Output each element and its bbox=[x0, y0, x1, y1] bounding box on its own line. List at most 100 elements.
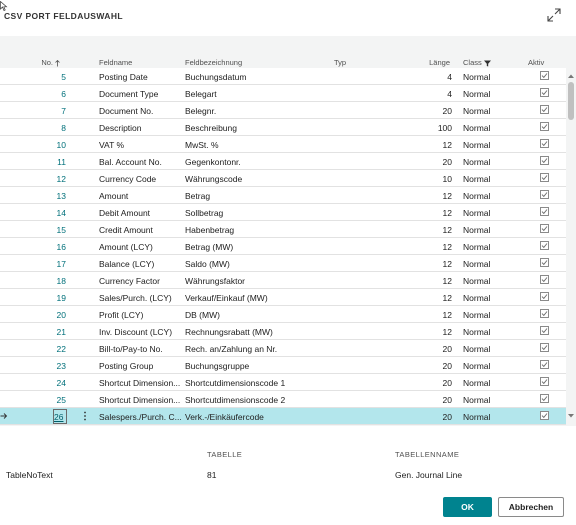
aktiv-checkbox[interactable] bbox=[540, 105, 549, 114]
aktiv-checkbox[interactable] bbox=[540, 377, 549, 386]
row-no-link[interactable]: 15 bbox=[40, 225, 66, 235]
table-row[interactable]: 7 Document No. Belegnr. 20 Normal bbox=[0, 102, 566, 119]
row-actions-menu-icon[interactable] bbox=[82, 410, 88, 422]
aktiv-checkbox[interactable] bbox=[540, 139, 549, 148]
aktiv-checkbox[interactable] bbox=[540, 224, 549, 233]
aktiv-checkbox[interactable] bbox=[540, 71, 549, 80]
row-feldbezeichnung: Rechnungsrabatt (MW) bbox=[185, 327, 273, 337]
aktiv-checkbox[interactable] bbox=[540, 122, 549, 131]
table-row[interactable]: 24 Shortcut Dimension... Shortcutdimension… bbox=[0, 374, 566, 391]
column-header-typ[interactable]: Typ bbox=[334, 58, 346, 67]
row-no-link[interactable]: 10 bbox=[40, 140, 66, 150]
aktiv-checkbox[interactable] bbox=[540, 411, 549, 420]
title-bar: CSV PORT FELDAUSWAHL bbox=[0, 0, 576, 36]
expand-icon[interactable] bbox=[547, 8, 561, 22]
aktiv-checkbox[interactable] bbox=[540, 343, 549, 352]
row-laenge: 20 bbox=[442, 361, 452, 371]
column-header-laenge[interactable]: Länge bbox=[410, 58, 450, 67]
aktiv-checkbox[interactable] bbox=[540, 88, 549, 97]
row-feldname: VAT % bbox=[99, 140, 125, 150]
table-row[interactable]: 5 Posting Date Buchungsdatum 4 Normal bbox=[0, 68, 566, 85]
aktiv-checkbox[interactable] bbox=[540, 156, 549, 165]
table-row[interactable]: 17 Balance (LCY) Saldo (MW) 12 Normal bbox=[0, 255, 566, 272]
row-laenge: 20 bbox=[442, 157, 452, 167]
row-feldname: Bill-to/Pay-to No. bbox=[99, 344, 163, 354]
aktiv-checkbox[interactable] bbox=[540, 207, 549, 216]
table-row[interactable]: 25 Shortcut Dimension... Shortcutdimension… bbox=[0, 391, 566, 408]
aktiv-checkbox[interactable] bbox=[540, 190, 549, 199]
row-no-link[interactable]: 11 bbox=[40, 157, 66, 167]
table-row[interactable]: 14 Debit Amount Sollbetrag 12 Normal bbox=[0, 204, 566, 221]
table-info: TableNoText TABELLE 81 TABELLENNAME Gen.… bbox=[0, 426, 576, 496]
row-no-link[interactable]: 22 bbox=[40, 344, 66, 354]
row-class: Normal bbox=[463, 157, 491, 167]
table-row[interactable]: 6 Document Type Belegart 4 Normal bbox=[0, 85, 566, 102]
row-laenge: 12 bbox=[442, 293, 452, 303]
aktiv-checkbox[interactable] bbox=[540, 394, 549, 403]
row-no-link[interactable]: 7 bbox=[40, 106, 66, 116]
aktiv-checkbox[interactable] bbox=[540, 275, 549, 284]
aktiv-checkbox[interactable] bbox=[540, 360, 549, 369]
table-row[interactable]: 23 Posting Group Buchungsgruppe 20 Normal bbox=[0, 357, 566, 374]
table-row[interactable]: 8 Description Beschreibung 100 Normal bbox=[0, 119, 566, 136]
row-laenge: 4 bbox=[447, 89, 452, 99]
row-no-link[interactable]: 26 bbox=[53, 409, 67, 424]
column-header-feldbezeichnung[interactable]: Feldbezeichnung bbox=[185, 58, 242, 67]
scroll-down-icon[interactable] bbox=[566, 412, 576, 420]
column-header-no[interactable]: No. bbox=[30, 58, 60, 67]
table-row[interactable]: 18 Currency Factor Währungsfaktor 12 Normal bbox=[0, 272, 566, 289]
column-header-class[interactable]: Class bbox=[463, 58, 491, 67]
row-no-link[interactable]: 23 bbox=[40, 361, 66, 371]
row-feldbezeichnung: Betrag bbox=[185, 191, 211, 201]
row-no-link[interactable]: 16 bbox=[40, 242, 66, 252]
aktiv-checkbox[interactable] bbox=[540, 326, 549, 335]
vertical-scrollbar[interactable] bbox=[566, 72, 576, 420]
checkmark-icon bbox=[541, 345, 548, 351]
row-feldbezeichnung: Buchungsgruppe bbox=[185, 361, 250, 371]
cancel-button[interactable]: Abbrechen bbox=[498, 497, 564, 517]
table-row[interactable]: 11 Bal. Account No. Gegenkontonr. 20 Normal bbox=[0, 153, 566, 170]
aktiv-checkbox[interactable] bbox=[540, 241, 549, 250]
tabellenname-label: TABELLENNAME bbox=[395, 450, 460, 459]
row-feldbezeichnung: Belegnr. bbox=[185, 106, 217, 116]
row-no-link[interactable]: 25 bbox=[40, 395, 66, 405]
row-no-link[interactable]: 18 bbox=[40, 276, 66, 286]
row-laenge: 12 bbox=[442, 310, 452, 320]
table-row[interactable]: 20 Profit (LCY) DB (MW) 12 Normal bbox=[0, 306, 566, 323]
row-no-link[interactable]: 19 bbox=[40, 293, 66, 303]
aktiv-checkbox[interactable] bbox=[540, 309, 549, 318]
table-row[interactable]: 16 Amount (LCY) Betrag (MW) 12 Normal bbox=[0, 238, 566, 255]
row-no-link[interactable]: 12 bbox=[40, 174, 66, 184]
scroll-thumb[interactable] bbox=[568, 82, 574, 120]
row-no-link[interactable]: 6 bbox=[40, 89, 66, 99]
aktiv-checkbox[interactable] bbox=[540, 173, 549, 182]
table-row[interactable]: 19 Sales/Purch. (LCY) Verkauf/Einkauf (MW)… bbox=[0, 289, 566, 306]
table-row[interactable]: 10 VAT % MwSt. % 12 Normal bbox=[0, 136, 566, 153]
aktiv-checkbox[interactable] bbox=[540, 292, 549, 301]
row-no-link[interactable]: 20 bbox=[40, 310, 66, 320]
table-row[interactable]: 12 Currency Code Währungscode 10 Normal bbox=[0, 170, 566, 187]
table-row[interactable]: 13 Amount Betrag 12 Normal bbox=[0, 187, 566, 204]
row-laenge: 20 bbox=[442, 344, 452, 354]
row-no-link[interactable]: 17 bbox=[40, 259, 66, 269]
row-class: Normal bbox=[463, 293, 491, 303]
column-header-aktiv[interactable]: Aktiv bbox=[528, 58, 544, 67]
table-row[interactable]: 15 Credit Amount Habenbetrag 12 Normal bbox=[0, 221, 566, 238]
row-class: Normal bbox=[463, 208, 491, 218]
row-no-link[interactable]: 14 bbox=[40, 208, 66, 218]
row-no-link[interactable]: 13 bbox=[40, 191, 66, 201]
ok-button[interactable]: OK bbox=[443, 497, 492, 517]
table-row[interactable]: 22 Bill-to/Pay-to No. Rech. an/Zahlung an … bbox=[0, 340, 566, 357]
column-header-feldname[interactable]: Feldname bbox=[99, 58, 132, 67]
row-no-link[interactable]: 5 bbox=[40, 72, 66, 82]
checkmark-icon bbox=[541, 396, 548, 402]
table-row[interactable]: 21 Inv. Discount (LCY) Rechnungsrabatt (MW… bbox=[0, 323, 566, 340]
row-feldname: Bal. Account No. bbox=[99, 157, 162, 167]
scroll-up-icon[interactable] bbox=[566, 72, 576, 80]
row-no-link[interactable]: 21 bbox=[40, 327, 66, 337]
aktiv-checkbox[interactable] bbox=[540, 258, 549, 267]
row-no-link[interactable]: 24 bbox=[40, 378, 66, 388]
table-row[interactable]: 26 Salespers./Purch. C... Verk.-/Einkäufer… bbox=[0, 408, 566, 425]
row-no-link[interactable]: 8 bbox=[40, 123, 66, 133]
checkmark-icon bbox=[541, 90, 548, 96]
